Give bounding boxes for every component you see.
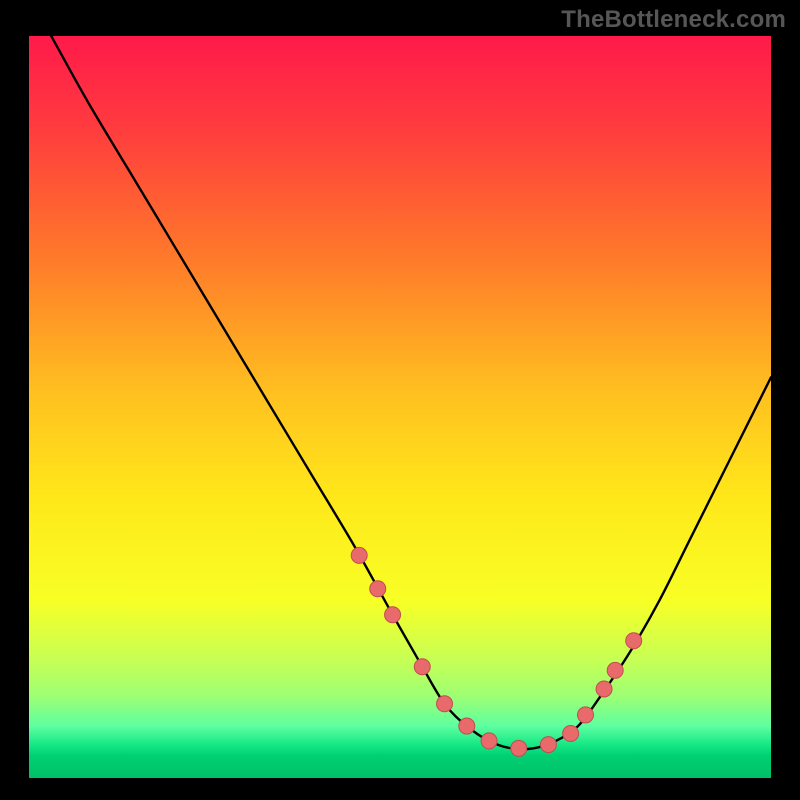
marker-point bbox=[563, 725, 579, 741]
marker-point bbox=[385, 607, 401, 623]
marker-point bbox=[511, 740, 527, 756]
curve-layer bbox=[29, 36, 771, 778]
bottleneck-curve bbox=[51, 36, 771, 749]
plot-area bbox=[29, 36, 771, 778]
marker-point bbox=[626, 633, 642, 649]
marker-point bbox=[540, 737, 556, 753]
marker-point bbox=[481, 733, 497, 749]
highlight-markers bbox=[351, 547, 642, 756]
marker-point bbox=[370, 581, 386, 597]
marker-point bbox=[414, 659, 430, 675]
marker-point bbox=[459, 718, 475, 734]
marker-point bbox=[607, 662, 623, 678]
marker-point bbox=[351, 547, 367, 563]
marker-point bbox=[578, 707, 594, 723]
marker-point bbox=[596, 681, 612, 697]
marker-point bbox=[437, 696, 453, 712]
watermark-text: TheBottleneck.com bbox=[561, 6, 786, 34]
chart-frame: TheBottleneck.com bbox=[0, 0, 800, 800]
